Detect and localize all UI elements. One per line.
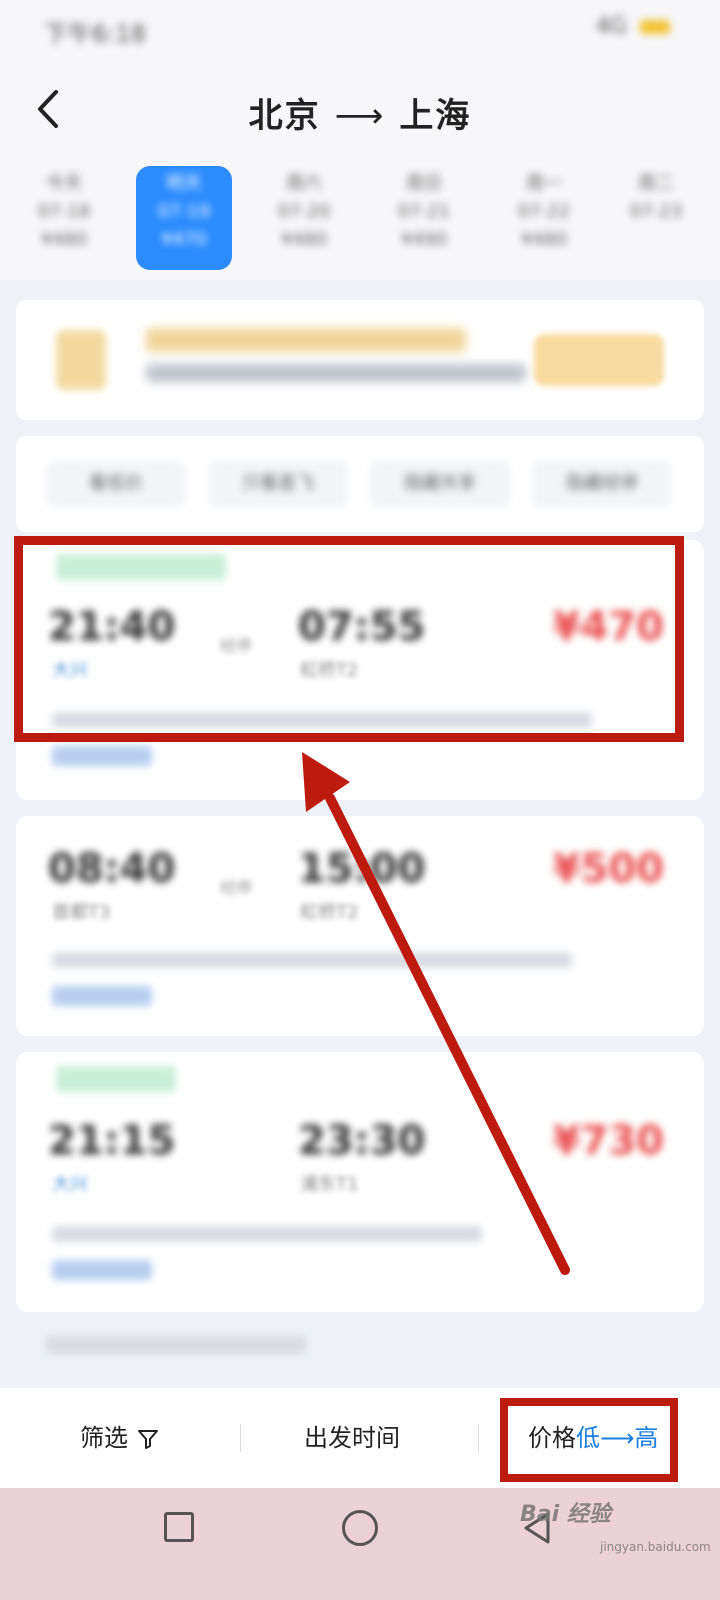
date-item[interactable]: 周一 07-22 ¥480: [496, 166, 592, 270]
filter-chip[interactable]: 隐藏共享: [370, 460, 510, 508]
origin-city: 北京: [248, 96, 321, 136]
watermark-url: jingyan.baidu.com: [600, 1540, 711, 1554]
battery-icon: [640, 20, 670, 34]
date-day: 明天: [166, 173, 202, 194]
promo-icon: [56, 330, 106, 390]
filter-chip[interactable]: 只看直飞: [208, 460, 348, 508]
list-footer-note: [46, 1336, 306, 1354]
date-date: 07-20: [277, 201, 331, 222]
departure-time-sort[interactable]: 出发时间: [304, 1418, 400, 1453]
date-strip: 今天 07-18 ¥480 明天 07-19 ¥470 周六 07-20 ¥48…: [0, 160, 720, 280]
discount-tag: [52, 746, 152, 766]
date-item[interactable]: 周日 07-21 ¥490: [376, 166, 472, 270]
filter-label: 筛选: [80, 1424, 128, 1452]
watermark-logo: Bai 经验: [520, 1502, 611, 1527]
date-day: 周日: [406, 173, 442, 194]
date-price: ¥480: [281, 229, 327, 250]
date-item[interactable]: 今天 07-18 ¥480: [16, 166, 112, 270]
promo-button[interactable]: [534, 334, 664, 386]
discount-tag: [52, 986, 152, 1006]
flight-price: ¥500: [552, 846, 664, 892]
route-title: 北京 ⟶ 上海: [0, 88, 720, 137]
date-day: 周二: [638, 173, 674, 194]
divider: [478, 1424, 479, 1452]
funnel-icon: [137, 1430, 158, 1449]
flight-card[interactable]: 08:40 首都T3 经停 15:00 虹桥T2 ¥500: [16, 816, 704, 1036]
date-price: ¥480: [41, 229, 87, 250]
departure-time: 21:15: [48, 1118, 176, 1164]
filter-button[interactable]: 筛选: [80, 1418, 160, 1453]
date-price: ¥490: [401, 229, 447, 250]
arrival-time: 15:00: [298, 846, 426, 892]
date-day: 周一: [526, 173, 562, 194]
arrival-airport: 浦东T1: [300, 1174, 359, 1195]
date-date: 07-23: [629, 201, 683, 222]
date-item[interactable]: 周六 07-20 ¥480: [256, 166, 352, 270]
annotation-highlight-box: [500, 1398, 678, 1482]
calendar-button[interactable]: 周二 07-23: [616, 166, 696, 270]
date-date: 07-21: [397, 201, 451, 222]
date-day: 周六: [286, 173, 322, 194]
recent-apps-icon[interactable]: [164, 1512, 194, 1542]
stop-info: 经停: [219, 878, 252, 897]
airline-info: [52, 1226, 482, 1242]
flight-price: ¥730: [552, 1118, 664, 1164]
date-date: 07-22: [517, 201, 571, 222]
filter-chip[interactable]: 隐藏经停: [532, 460, 672, 508]
promo-banner[interactable]: [16, 300, 704, 420]
status-network: 4G: [596, 14, 670, 39]
airline-info: [52, 952, 572, 968]
network-text: 4G: [595, 14, 627, 39]
date-date: 07-19: [157, 201, 211, 222]
header: 北京 ⟶ 上海: [0, 60, 720, 160]
date-day: 今天: [46, 173, 82, 194]
departure-airport: 大兴: [52, 1174, 88, 1195]
promo-subtitle: [146, 364, 526, 382]
quick-filter-row: 看低价 只看直飞 隐藏共享 隐藏经停: [16, 436, 704, 532]
arrival-time: 23:30: [298, 1118, 426, 1164]
divider: [240, 1424, 241, 1452]
destination-city: 上海: [399, 96, 472, 136]
date-item-selected[interactable]: 明天 07-19 ¥470: [136, 166, 232, 270]
flight-card[interactable]: 21:15 大兴 23:30 浦东T1 ¥730: [16, 1052, 704, 1312]
status-bar: 下午6:18 4G: [0, 0, 720, 60]
promo-title: [146, 328, 466, 352]
departure-airport: 首都T3: [52, 902, 111, 923]
arrival-airport: 虹桥T2: [300, 902, 359, 923]
home-icon[interactable]: [342, 1510, 378, 1546]
status-time: 下午6:18: [44, 20, 146, 48]
filter-chip[interactable]: 看低价: [46, 460, 186, 508]
annotation-highlight-box: [14, 536, 684, 742]
date-date: 07-18: [37, 201, 91, 222]
discount-tag: [52, 1260, 152, 1280]
date-price: ¥470: [161, 229, 207, 250]
flight-tag: [56, 1066, 176, 1092]
date-price: ¥480: [521, 229, 567, 250]
route-arrow: ⟶: [334, 96, 386, 136]
departure-time: 08:40: [48, 846, 176, 892]
